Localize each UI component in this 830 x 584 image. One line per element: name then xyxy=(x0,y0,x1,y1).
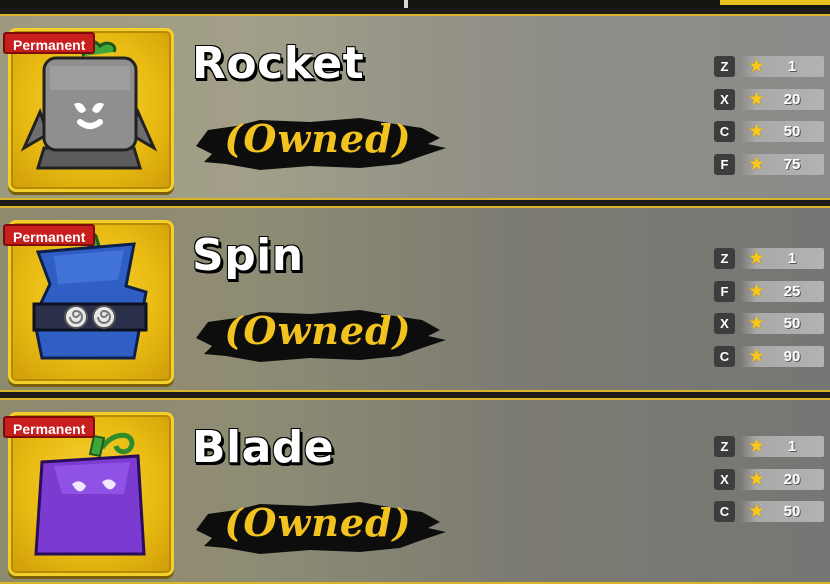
owned-status: (Owned) xyxy=(224,116,412,161)
move-level-bar: ★ 20 xyxy=(740,467,824,490)
star-icon: ★ xyxy=(748,247,766,269)
fruit-card-spin[interactable]: Permanent Spin (Owned) Z ★ 1 F ★ 25 X ★ 50 … xyxy=(0,206,830,392)
owned-label: (Owned) xyxy=(190,490,450,566)
move-row: C ★ 90 xyxy=(714,342,824,375)
star-icon: ★ xyxy=(748,279,766,302)
move-level-bar: ★ 20 xyxy=(740,87,824,110)
move-row: Z ★ 1 xyxy=(714,432,824,465)
move-list: Z ★ 1 X ★ 20 C ★ 50 F ★ 75 xyxy=(714,52,824,182)
move-key: C xyxy=(714,501,735,522)
move-key: F xyxy=(714,153,735,175)
move-row: X ★ 20 xyxy=(714,465,824,498)
move-level-bar: ★ 75 xyxy=(740,152,824,175)
move-level-bar: ★ 90 xyxy=(740,344,824,367)
owned-label: (Owned) xyxy=(190,106,450,182)
move-row: Z ★ 1 xyxy=(714,52,824,85)
fruit-card-rocket[interactable]: Permanent Rocket (Owned) Z ★ 1 X ★ 20 C ★ 5… xyxy=(0,14,830,200)
permanent-badge: Permanent xyxy=(3,32,96,54)
owned-label: (Owned) xyxy=(190,298,450,374)
top-tab-edge xyxy=(720,0,830,5)
move-key: Z xyxy=(714,56,735,77)
star-icon: ★ xyxy=(748,152,766,175)
move-key: Z xyxy=(714,248,735,269)
move-level: 1 xyxy=(787,250,797,267)
move-level: 50 xyxy=(783,315,801,332)
move-list: Z ★ 1 F ★ 25 X ★ 50 C ★ 90 xyxy=(714,244,824,374)
move-row: C ★ 50 xyxy=(714,117,824,150)
move-row: C ★ 50 xyxy=(714,497,824,530)
move-key: Z xyxy=(714,436,735,457)
star-icon: ★ xyxy=(748,55,766,77)
move-key: X xyxy=(714,88,735,110)
fruit-name: Blade xyxy=(192,422,335,473)
move-level-bar: ★ 25 xyxy=(740,279,824,302)
fruit-name: Rocket xyxy=(192,38,365,89)
move-key: C xyxy=(714,121,735,142)
permanent-badge: Permanent xyxy=(3,224,96,246)
move-level: 90 xyxy=(783,347,801,365)
move-level: 25 xyxy=(783,282,801,300)
star-icon: ★ xyxy=(748,435,766,457)
star-icon: ★ xyxy=(748,344,766,367)
move-row: F ★ 25 xyxy=(714,277,824,310)
move-row: Z ★ 1 xyxy=(714,244,824,277)
move-list: Z ★ 1 X ★ 20 C ★ 50 xyxy=(714,432,824,530)
move-level-bar: ★ 50 xyxy=(740,500,824,522)
move-key: F xyxy=(714,280,735,302)
owned-status: (Owned) xyxy=(224,500,412,545)
star-icon: ★ xyxy=(748,467,766,490)
star-icon: ★ xyxy=(748,312,766,334)
move-level: 75 xyxy=(783,155,801,173)
move-level: 1 xyxy=(787,438,797,455)
move-level-bar: ★ 50 xyxy=(740,312,824,334)
move-key: X xyxy=(714,313,735,334)
top-bar-notch xyxy=(404,0,408,8)
owned-status: (Owned) xyxy=(224,308,412,353)
move-level: 50 xyxy=(783,503,801,520)
move-row: F ★ 75 xyxy=(714,150,824,183)
move-level: 20 xyxy=(783,470,801,488)
move-key: X xyxy=(714,468,735,490)
permanent-badge: Permanent xyxy=(3,416,96,438)
move-key: C xyxy=(714,345,735,367)
fruit-card-blade[interactable]: Permanent Blade (Owned) Z ★ 1 X ★ 20 C ★ 50 xyxy=(0,398,830,584)
move-row: X ★ 20 xyxy=(714,85,824,118)
fruit-name: Spin xyxy=(192,230,304,281)
move-level-bar: ★ 1 xyxy=(740,435,824,457)
top-bar xyxy=(0,0,830,8)
move-level-bar: ★ 50 xyxy=(740,120,824,142)
star-icon: ★ xyxy=(748,500,766,522)
move-level: 50 xyxy=(783,123,801,140)
move-row: X ★ 50 xyxy=(714,309,824,342)
star-icon: ★ xyxy=(748,87,766,110)
star-icon: ★ xyxy=(748,120,766,142)
move-level: 1 xyxy=(787,58,797,75)
move-level-bar: ★ 1 xyxy=(740,55,824,77)
move-level-bar: ★ 1 xyxy=(740,247,824,269)
move-level: 20 xyxy=(783,90,801,108)
